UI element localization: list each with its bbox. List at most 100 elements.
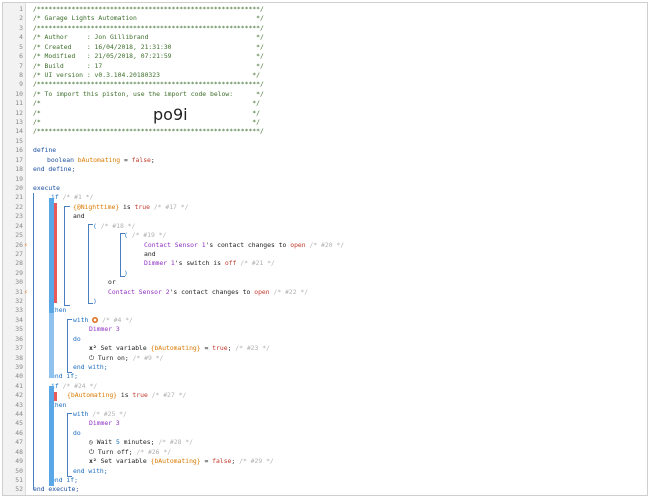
condition-group-bracket <box>64 206 70 306</box>
nighttime-variable: {@Nighttime} <box>73 202 120 211</box>
code-line[interactable]: /* */ <box>33 118 260 127</box>
code-line[interactable]: /* */ <box>33 99 260 108</box>
code-line[interactable]: /* Build : 17 */ <box>33 62 264 71</box>
code-line[interactable]: /***************************************… <box>33 80 264 89</box>
line-number: 44 <box>15 410 23 419</box>
set-variable-text: Set variable <box>100 457 151 466</box>
if2-condition-bar <box>49 386 54 486</box>
code-line[interactable]: end execute; <box>33 485 79 494</box>
do-keyword: do <box>73 428 81 437</box>
header-comment: /***************************************… <box>33 80 264 89</box>
header-comment: /***************************************… <box>33 5 264 13</box>
line-number: 24 <box>15 221 23 230</box>
code-line[interactable]: ( /* #18 */ <box>93 222 135 231</box>
do-keyword: do <box>73 334 81 343</box>
header-ui-version: /* UI version : v0.3.104.20180323 */ <box>33 70 261 79</box>
code-line[interactable]: define <box>33 146 56 155</box>
code-line[interactable]: do <box>73 335 81 344</box>
if1-body-bar <box>49 313 54 378</box>
line-number: 7 <box>19 61 23 70</box>
line-number: 17 <box>15 155 23 164</box>
code-line[interactable]: boolean bAutomating = false; <box>47 156 155 165</box>
code-line[interactable]: Contact Sensor 1's contact changes to op… <box>144 241 344 250</box>
code-line[interactable]: do <box>73 429 81 438</box>
dimmer-3: Dimmer 3 <box>89 325 120 334</box>
code-line[interactable]: Dimmer 3 <box>89 325 120 334</box>
statement-comment: /* #23 */ <box>235 344 270 353</box>
statement-comment: /* #9 */ <box>132 353 164 362</box>
code-line[interactable]: ( /* #19 */ <box>124 231 166 240</box>
statement-comment: /* #4 */ <box>102 315 133 324</box>
code-line[interactable]: Dimmer 1's switch is off /* #21 */ <box>144 259 275 268</box>
code-line[interactable]: end if; <box>51 372 78 381</box>
code-line[interactable]: with /* #4 */ <box>73 316 133 325</box>
operator: is <box>117 391 133 400</box>
code-line[interactable]: /* To import this piston, use the import… <box>33 90 264 99</box>
code-line[interactable]: ◷ Wait 5 minutes; /* #28 */ <box>89 438 193 447</box>
piston-editor: 1 2 3 4 5 6 7 8 9 10 11 12 13 14 15 16 17 18 19 20 21 22 23 24 2… <box>2 2 648 496</box>
code-line[interactable]: or <box>108 278 116 287</box>
dimmer-1: Dimmer 1 <box>144 259 175 268</box>
semicolon: ; <box>150 155 155 164</box>
line-number: 29 <box>15 268 23 277</box>
with-keyword: with <box>73 410 89 419</box>
line-number: 22 <box>15 202 23 211</box>
code-line[interactable]: /* Modified : 21/05/2018, 07:21:59 */ <box>33 52 264 61</box>
if2-trigger-bar <box>54 392 57 401</box>
code-line[interactable]: x² Set variable {bAutomating} = true; /*… <box>89 344 270 353</box>
code-line[interactable]: and <box>144 250 156 259</box>
statement-comment: /* #28 */ <box>158 438 193 447</box>
code-line[interactable]: Contact Sensor 2's contact changes to op… <box>108 288 308 297</box>
code-line[interactable]: if /* #24 */ <box>51 382 97 391</box>
code-line[interactable]: /* Garage Lights Automation */ <box>33 14 264 23</box>
code-line[interactable]: end with; <box>73 363 108 372</box>
code-line[interactable]: and <box>73 212 85 221</box>
code-line[interactable]: /* */ <box>33 109 260 118</box>
value-true: true <box>132 391 148 400</box>
code-line[interactable]: /***************************************… <box>33 5 264 14</box>
line-number: 14 <box>15 127 23 136</box>
line-number: 31 <box>15 287 23 296</box>
line-number: 11 <box>15 99 23 108</box>
trigger-mark-icon: ⚡ <box>24 288 28 296</box>
if1-trigger-bar <box>54 203 57 303</box>
code-line[interactable]: /* UI version : v0.3.104.20180323 */ <box>33 71 260 80</box>
variable-name: bAutomating <box>77 155 121 164</box>
define-keyword: define <box>33 146 57 155</box>
statement-comment: /* #25 */ <box>92 410 127 419</box>
code-line[interactable]: if /* #1 */ <box>51 193 93 202</box>
close-paren: ) <box>93 297 97 306</box>
turn-off-command: Turn off; <box>97 447 133 456</box>
code-line[interactable]: x² Set variable {bAutomating} = false; /… <box>89 457 274 466</box>
header-comment: /***************************************… <box>33 127 264 136</box>
line-number: 8 <box>19 70 23 79</box>
value-off: off <box>224 259 237 268</box>
code-line[interactable]: with /* #25 */ <box>73 410 127 419</box>
and-operator: and <box>73 212 85 221</box>
with-keyword: with <box>73 315 89 324</box>
code-line[interactable]: /* Author : Jon Gillibrand */ <box>33 33 264 42</box>
import-code: po9i <box>153 104 188 124</box>
code-line[interactable]: end if; <box>51 476 78 485</box>
code-line[interactable]: ⏻ Turn on; /* #9 */ <box>89 354 163 363</box>
code-line[interactable]: {@Nighttime} is true /* #17 */ <box>73 203 188 212</box>
set-variable-icon: x² <box>89 457 97 466</box>
code-line[interactable]: /***************************************… <box>33 127 264 136</box>
line-number: 49 <box>15 457 23 466</box>
code-line[interactable]: end with; <box>73 467 108 476</box>
code-line[interactable]: end define; <box>33 165 75 174</box>
statement-comment: /* #17 */ <box>153 202 189 211</box>
code-line[interactable]: /***************************************… <box>33 24 264 33</box>
and-operator: and <box>144 249 156 258</box>
code-line[interactable]: ) <box>93 297 97 306</box>
line-number: 4 <box>19 33 23 42</box>
line-number: 25 <box>15 231 23 240</box>
header-comment: /* */ <box>33 108 261 117</box>
assign-op: = <box>200 457 213 466</box>
code-line[interactable]: {bAutomating} is true /* #27 */ <box>67 391 186 400</box>
statement-comment: /* #21 */ <box>240 259 275 268</box>
code-line[interactable]: ⏻ Turn off; /* #26 */ <box>89 448 171 457</box>
code-line[interactable]: Dimmer 3 <box>89 419 120 428</box>
code-line[interactable]: /* Created : 16/04/2018, 21:31:30 */ <box>33 43 264 52</box>
code-line[interactable]: execute <box>33 184 60 193</box>
